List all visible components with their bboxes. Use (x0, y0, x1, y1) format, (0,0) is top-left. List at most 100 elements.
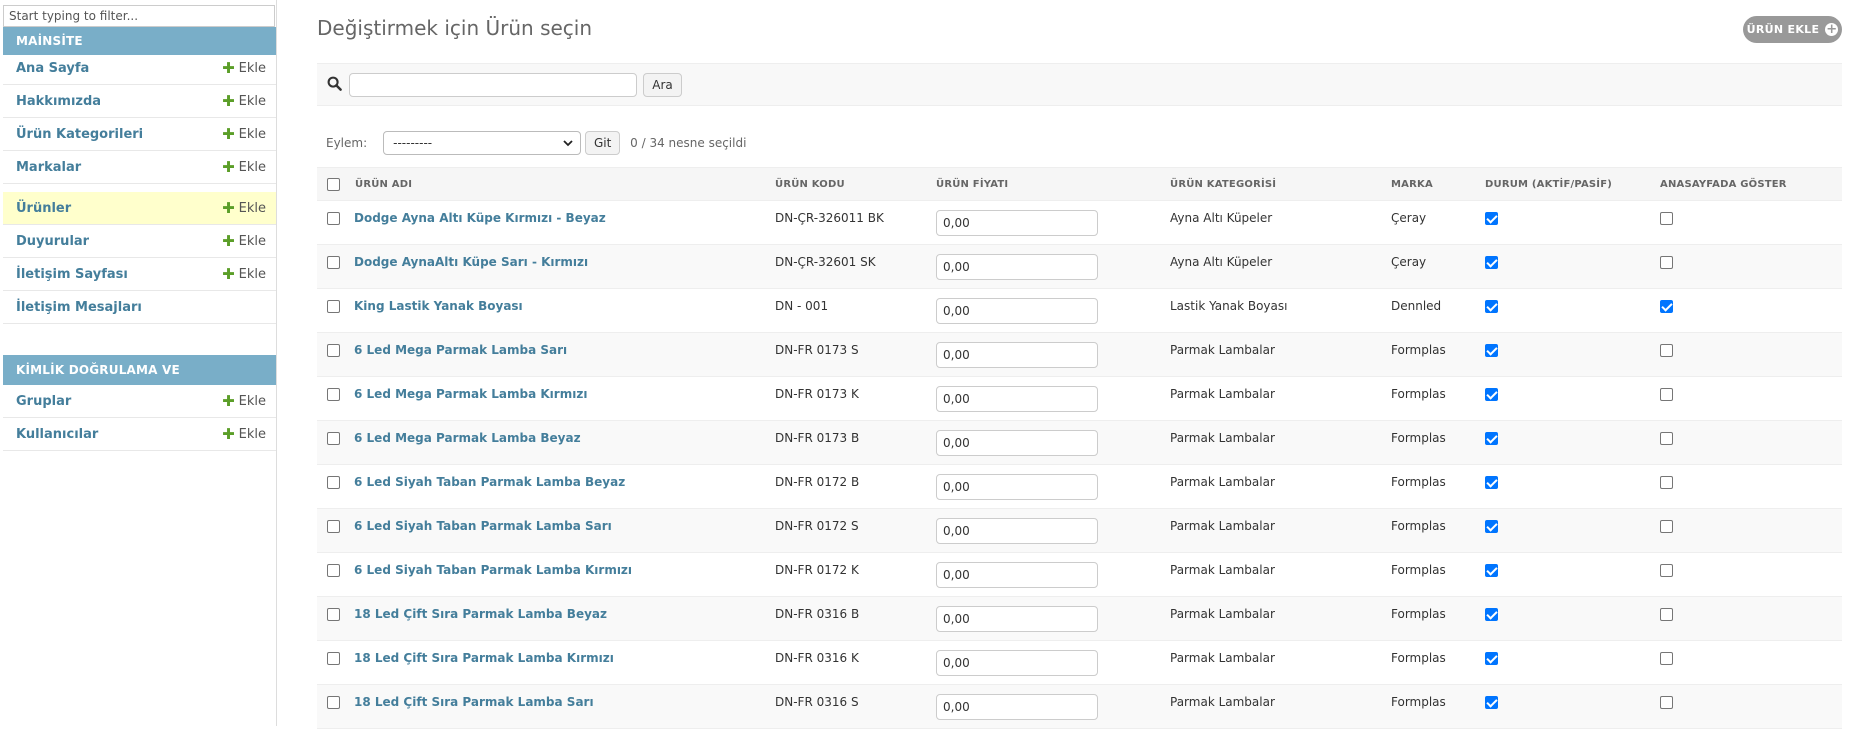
column-header-name[interactable]: ÜRÜN ADI (343, 167, 775, 201)
column-header-brand[interactable]: MARKA (1391, 167, 1485, 201)
product-name-link[interactable]: 6 Led Mega Parmak Lamba Kırmızı (354, 387, 587, 401)
product-name-link[interactable]: 18 Led Çift Sıra Parmak Lamba Kırmızı (354, 651, 614, 665)
price-input[interactable]: 0,00 (936, 518, 1098, 544)
go-button[interactable]: Git (585, 131, 621, 155)
add-link[interactable]: ✚ Ekle (222, 393, 266, 409)
status-checkbox[interactable] (1485, 432, 1498, 445)
row-select-checkbox[interactable] (327, 564, 340, 577)
row-select-checkbox[interactable] (327, 608, 340, 621)
status-checkbox[interactable] (1485, 212, 1498, 225)
add-link[interactable]: ✚ Ekle (222, 60, 266, 76)
sidebar-item-kullanicilar[interactable]: Kullanıcılar ✚ Ekle (3, 418, 276, 451)
sidebar-item-ana-sayfa[interactable]: Ana Sayfa ✚ Ekle (3, 52, 276, 85)
homepage-checkbox[interactable] (1660, 608, 1673, 621)
homepage-checkbox[interactable] (1660, 432, 1673, 445)
select-all-checkbox[interactable] (327, 177, 340, 191)
column-header-homepage[interactable]: ANASAYFADA GÖSTER (1660, 167, 1842, 201)
row-select-checkbox[interactable] (327, 476, 340, 489)
sidebar-item-iletisim-sayfasi[interactable]: İletişim Sayfası ✚ Ekle (3, 258, 276, 291)
sidebar-filter-input[interactable] (3, 5, 275, 27)
row-select-checkbox[interactable] (327, 388, 340, 401)
sidebar-item-urunler[interactable]: Ürünler ✚ Ekle (3, 192, 276, 225)
column-header-category[interactable]: ÜRÜN KATEGORİSİ (1170, 167, 1391, 201)
add-link[interactable]: ✚ Ekle (222, 266, 266, 282)
add-link[interactable]: ✚ Ekle (222, 93, 266, 109)
add-link[interactable]: ✚ Ekle (222, 126, 266, 142)
price-input[interactable]: 0,00 (936, 650, 1098, 676)
sidebar-item-markalar[interactable]: Markalar ✚ Ekle (3, 151, 276, 184)
status-checkbox[interactable] (1485, 696, 1498, 709)
column-header-code[interactable]: ÜRÜN KODU (775, 167, 936, 201)
column-header-status[interactable]: DURUM (AKTİF/PASİF) (1485, 167, 1660, 201)
status-checkbox[interactable] (1485, 564, 1498, 577)
product-name-link[interactable]: 6 Led Mega Parmak Lamba Beyaz (354, 431, 581, 445)
homepage-checkbox[interactable] (1660, 520, 1673, 533)
search-input[interactable] (349, 73, 637, 97)
module-header-mainsite[interactable]: MAİNSİTE (3, 27, 276, 55)
product-name-link[interactable]: 6 Led Siyah Taban Parmak Lamba Kırmızı (354, 563, 632, 577)
homepage-checkbox[interactable] (1660, 476, 1673, 489)
price-input[interactable]: 0,00 (936, 562, 1098, 588)
sidebar-item-label[interactable]: İletişim Mesajları (16, 300, 276, 315)
sidebar-item-hakkimizda[interactable]: Hakkımızda ✚ Ekle (3, 85, 276, 118)
row-select-checkbox[interactable] (327, 432, 340, 445)
price-input[interactable]: 0,00 (936, 606, 1098, 632)
sidebar-item-urun-kategorileri[interactable]: Ürün Kategorileri ✚ Ekle (3, 118, 276, 151)
status-checkbox[interactable] (1485, 476, 1498, 489)
product-name-link[interactable]: 18 Led Çift Sıra Parmak Lamba Sarı (354, 695, 594, 709)
product-name-link[interactable]: King Lastik Yanak Boyası (354, 299, 523, 313)
sidebar-item-gruplar[interactable]: Gruplar ✚ Ekle (3, 385, 276, 418)
status-checkbox[interactable] (1485, 652, 1498, 665)
add-link[interactable]: ✚ Ekle (222, 233, 266, 249)
product-name-link[interactable]: 18 Led Çift Sıra Parmak Lamba Beyaz (354, 607, 607, 621)
homepage-checkbox[interactable] (1660, 564, 1673, 577)
price-input[interactable]: 0,00 (936, 474, 1098, 500)
row-select-checkbox[interactable] (327, 300, 340, 313)
column-header-price[interactable]: ÜRÜN FİYATI (936, 167, 1170, 201)
price-input[interactable]: 0,00 (936, 386, 1098, 412)
price-input[interactable]: 0,00 (936, 254, 1098, 280)
module-header-auth[interactable]: KİMLİK DOĞRULAMA VE YETKİLENDİRME (3, 355, 276, 407)
sidebar-item-label[interactable]: Ürün Kategorileri (16, 127, 222, 142)
search-button[interactable]: Ara (643, 73, 682, 97)
sidebar-item-iletisim-mesajlari[interactable]: İletişim Mesajları (3, 291, 276, 324)
price-input[interactable]: 0,00 (936, 342, 1098, 368)
sidebar-item-label[interactable]: Ürünler (16, 201, 222, 216)
price-input[interactable]: 0,00 (936, 430, 1098, 456)
add-link[interactable]: ✚ Ekle (222, 159, 266, 175)
row-select-checkbox[interactable] (327, 256, 340, 269)
add-link[interactable]: ✚ Ekle (222, 200, 266, 216)
product-name-link[interactable]: Dodge AynaAltı Küpe Sarı - Kırmızı (354, 255, 588, 269)
sidebar-item-label[interactable]: Ana Sayfa (16, 61, 222, 76)
homepage-checkbox[interactable] (1660, 256, 1673, 269)
sidebar-item-label[interactable]: İletişim Sayfası (16, 267, 222, 282)
status-checkbox[interactable] (1485, 608, 1498, 621)
price-input[interactable]: 0,00 (936, 210, 1098, 236)
status-checkbox[interactable] (1485, 344, 1498, 357)
homepage-checkbox[interactable] (1660, 388, 1673, 401)
homepage-checkbox[interactable] (1660, 344, 1673, 357)
sidebar-item-label[interactable]: Kullanıcılar (16, 427, 222, 442)
price-input[interactable]: 0,00 (936, 298, 1098, 324)
status-checkbox[interactable] (1485, 256, 1498, 269)
row-select-checkbox[interactable] (327, 696, 340, 709)
product-name-link[interactable]: 6 Led Siyah Taban Parmak Lamba Beyaz (354, 475, 625, 489)
sidebar-item-label[interactable]: Duyurular (16, 234, 222, 249)
row-select-checkbox[interactable] (327, 344, 340, 357)
sidebar-item-label[interactable]: Gruplar (16, 394, 222, 409)
homepage-checkbox[interactable] (1660, 212, 1673, 225)
homepage-checkbox[interactable] (1660, 652, 1673, 665)
add-product-button[interactable]: ÜRÜN EKLE + (1743, 16, 1842, 43)
status-checkbox[interactable] (1485, 300, 1498, 313)
status-checkbox[interactable] (1485, 388, 1498, 401)
row-select-checkbox[interactable] (327, 652, 340, 665)
sidebar-item-label[interactable]: Hakkımızda (16, 94, 222, 109)
price-input[interactable]: 0,00 (936, 694, 1098, 720)
product-name-link[interactable]: Dodge Ayna Altı Küpe Kırmızı - Beyaz (354, 211, 606, 225)
product-name-link[interactable]: 6 Led Mega Parmak Lamba Sarı (354, 343, 567, 357)
homepage-checkbox[interactable] (1660, 300, 1673, 313)
sidebar-item-label[interactable]: Markalar (16, 160, 222, 175)
action-select[interactable]: --------- (383, 131, 582, 155)
status-checkbox[interactable] (1485, 520, 1498, 533)
homepage-checkbox[interactable] (1660, 696, 1673, 709)
